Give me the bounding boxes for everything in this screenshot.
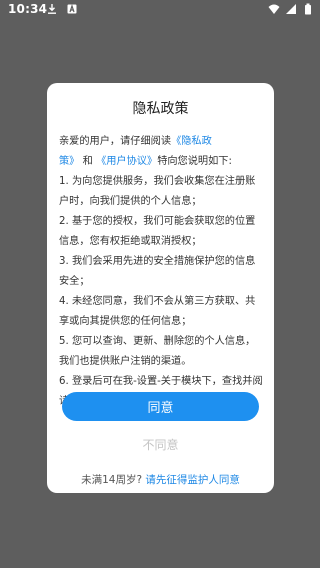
battery-icon <box>305 3 311 15</box>
status-time: 10:34 <box>8 2 48 16</box>
disagree-button[interactable]: 不同意 <box>62 433 259 457</box>
user-agreement-link[interactable]: 《用户协议》 <box>96 156 157 167</box>
guardian-consent-link[interactable]: 请先征得监护人同意 <box>145 474 240 486</box>
wifi-icon <box>268 4 280 14</box>
font-icon <box>67 4 77 14</box>
download-icon <box>48 4 56 14</box>
status-bar: 10:34 <box>0 0 320 20</box>
privacy-dialog: 隐私政策 亲爱的用户，请仔细阅读《隐私政策》 和 《用户协议》特向您说明如下: … <box>47 83 274 493</box>
dialog-body: 亲爱的用户，请仔细阅读《隐私政策》 和 《用户协议》特向您说明如下: 1. 为向… <box>59 132 264 412</box>
agree-button[interactable]: 同意 <box>62 392 259 421</box>
intro-and: 和 <box>82 156 93 167</box>
intro-paragraph: 亲爱的用户，请仔细阅读《隐私政策》 和 《用户协议》特向您说明如下: <box>59 132 264 172</box>
intro-prefix: 亲爱的用户，请仔细阅读 <box>59 136 172 147</box>
signal-icon <box>286 4 296 14</box>
guardian-notice: 未满14周岁? 请先征得监护人同意 <box>47 472 274 487</box>
intro-suffix: 特向您说明如下: <box>157 156 232 167</box>
list-item: 5. 您可以查询、更新、删除您的个人信息，我们也提供账户注销的渠道。 <box>59 336 256 367</box>
under14-text: 未满14周岁? <box>81 474 143 486</box>
list-item: 1. 为向您提供服务，我们会收集您在注册账户时，向我们提供的个人信息； <box>59 176 256 207</box>
list-item: 3. 我们会采用先进的安全措施保护您的信息安全； <box>59 256 256 287</box>
list-item: 2. 基于您的授权，我们可能会获取您的位置信息，您有权拒绝或取消授权； <box>59 216 256 247</box>
list-item: 4. 未经您同意，我们不会从第三方获取、共享或向其提供您的任何信息； <box>59 296 256 327</box>
dialog-title: 隐私政策 <box>132 101 189 117</box>
